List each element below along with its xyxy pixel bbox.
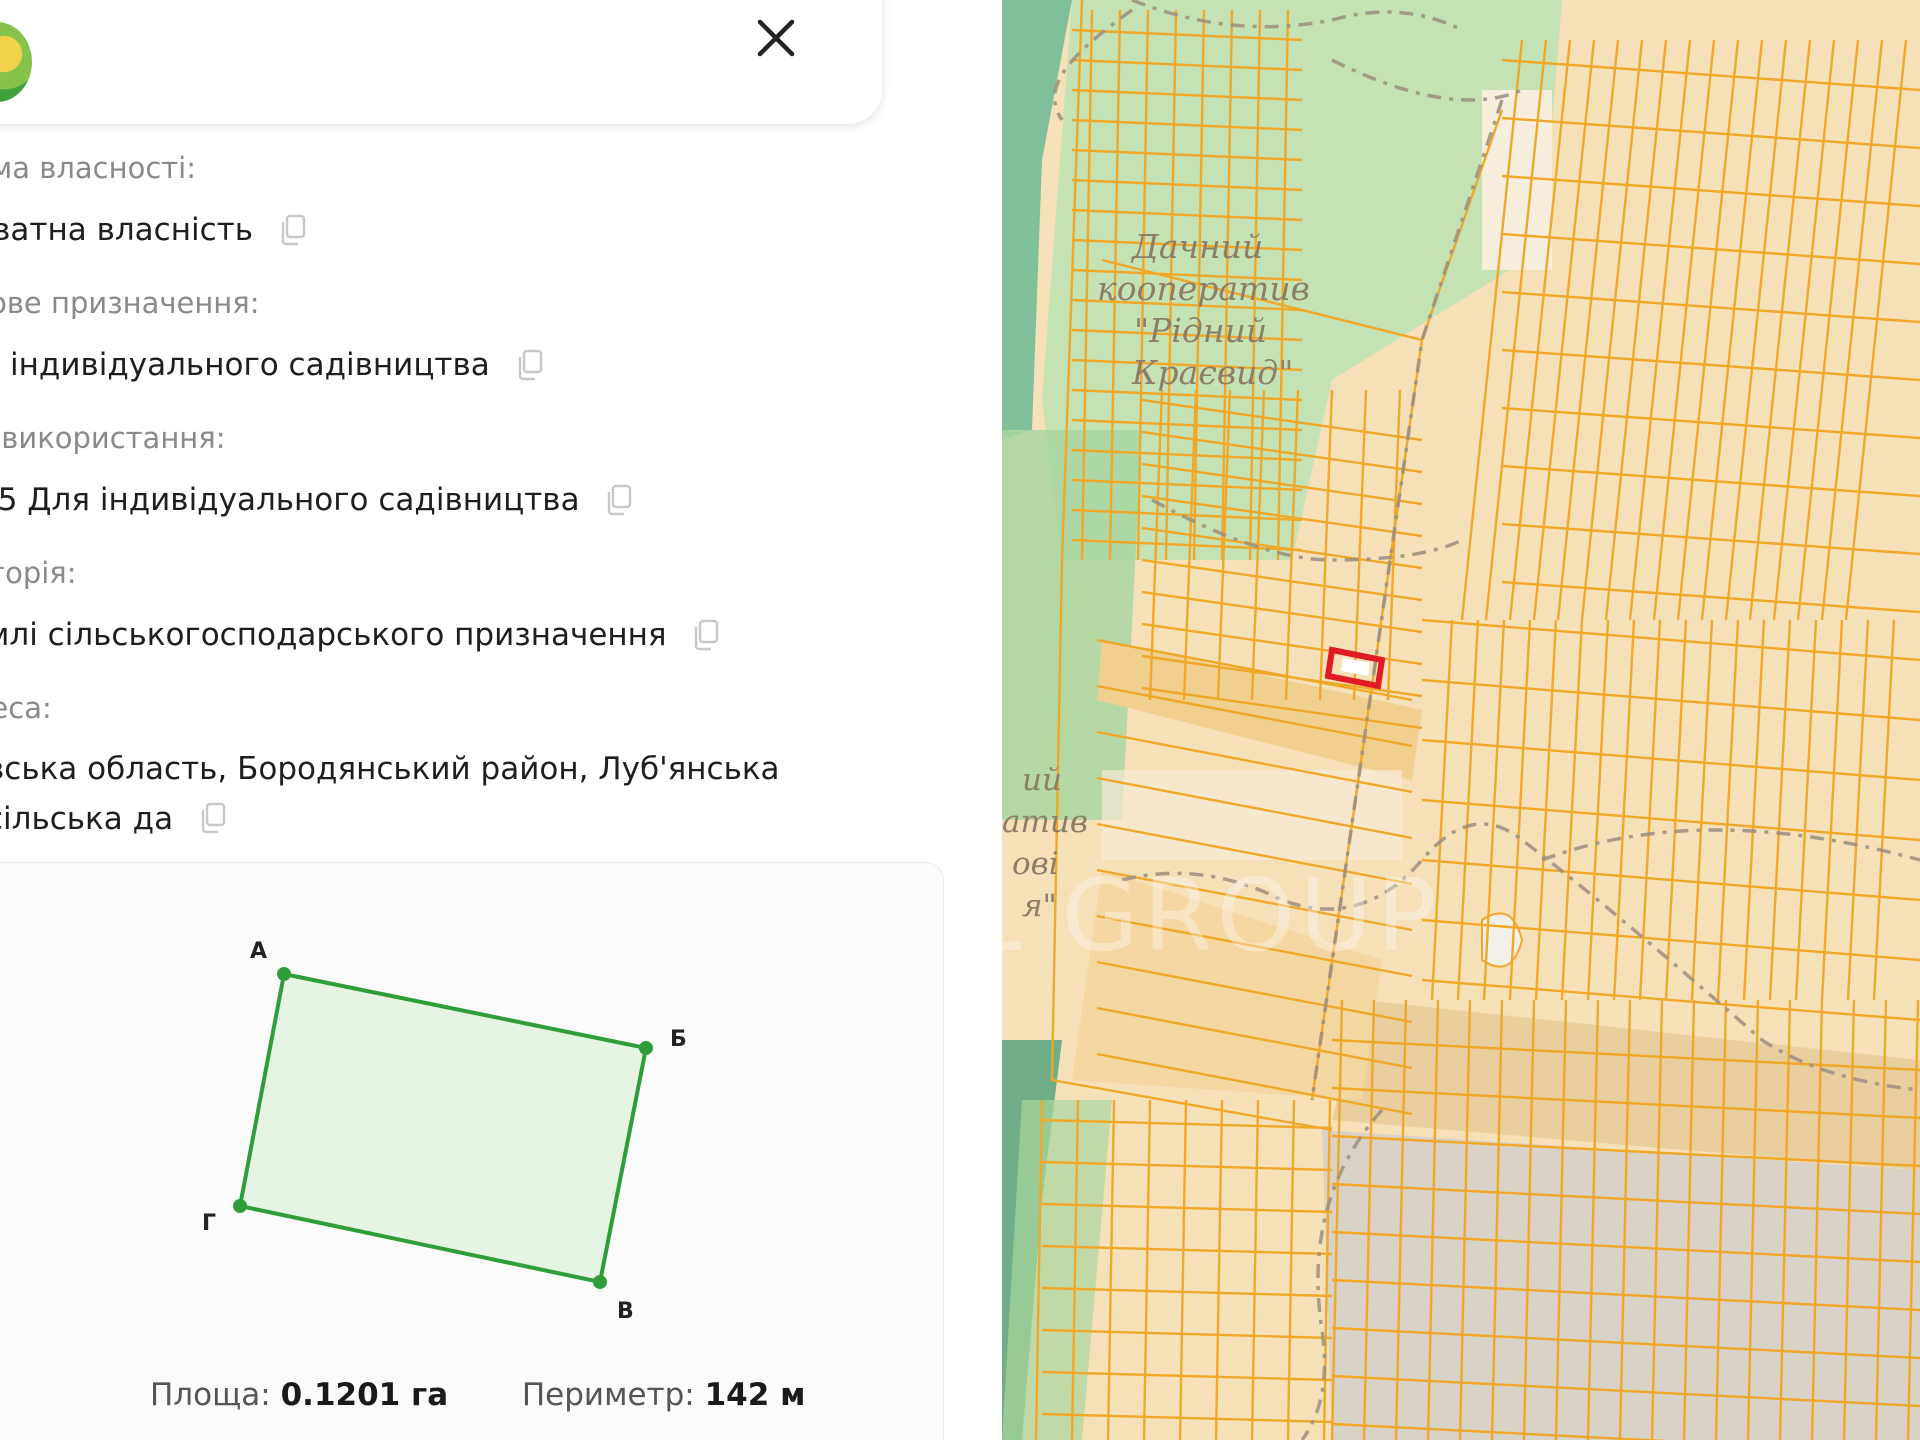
parcel-stats: Площа: 0.1201 га Периметр: 142 м: [150, 1377, 805, 1413]
map-canvas[interactable]: Дачний кооператив "Рідний Краєвид" ий ат…: [1002, 0, 1920, 1440]
perimeter-label: Периметр:: [521, 1377, 695, 1413]
partial-label-line: атив: [1002, 804, 1088, 840]
watermark: KVARTAL GROUP: [1002, 857, 1441, 974]
partial-label-line: ий: [1022, 762, 1062, 798]
coop-label-line: кооператив: [1097, 269, 1310, 308]
perimeter-value: 142 м: [704, 1377, 806, 1413]
parcel-info-panel: рма власності: иватна власність ьове при…: [0, 0, 1002, 1440]
parcel-polygon: [237, 971, 649, 1285]
coop-label-line: "Рідний: [1134, 311, 1267, 350]
vertex-point: [593, 1275, 607, 1289]
coop-label-line: Краєвид": [1131, 353, 1293, 392]
vertex-point: [277, 967, 291, 981]
area-label: Площа:: [150, 1377, 271, 1413]
vertex-label-g: Г: [202, 1211, 216, 1236]
vertex-label-v: В: [617, 1299, 634, 1324]
parcel-shape-diagram: А Б В Г: [202, 939, 687, 1324]
vertex-point: [639, 1041, 653, 1055]
coop-label-line: Дачний: [1130, 227, 1263, 266]
cadastral-map[interactable]: Дачний кооператив "Рідний Краєвид" ий ат…: [1002, 0, 1920, 1440]
area-value: 0.1201 га: [280, 1377, 449, 1413]
vertex-label-b: Б: [670, 1027, 687, 1052]
vertex-point: [233, 1199, 247, 1213]
vertex-label-a: А: [250, 939, 267, 964]
